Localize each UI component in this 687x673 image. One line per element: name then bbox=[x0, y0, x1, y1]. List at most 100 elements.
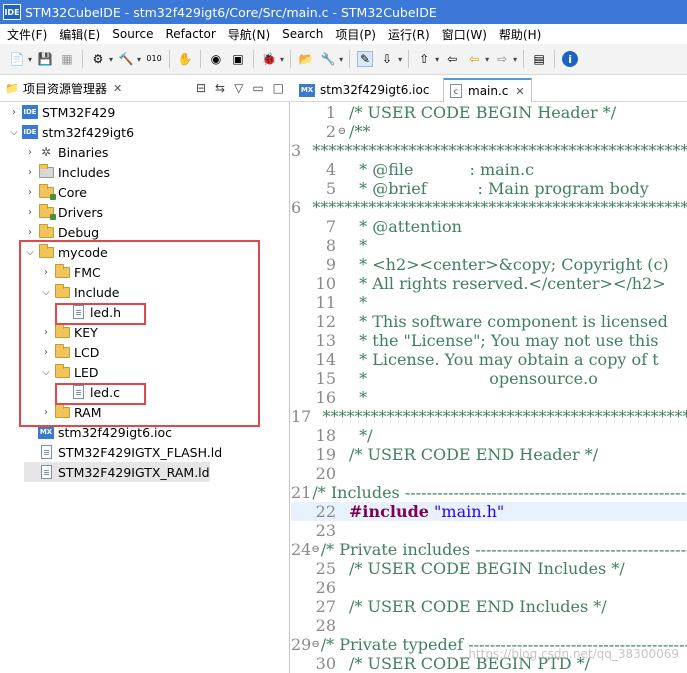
include-keyword: #include bbox=[349, 502, 429, 521]
line-number: 11 bbox=[315, 293, 336, 312]
close-icon[interactable]: ✕ bbox=[515, 85, 524, 98]
tree-item[interactable]: STM32F429IGTX_RAM.ld bbox=[24, 462, 210, 482]
menu-item[interactable]: 编辑(E) bbox=[59, 26, 100, 43]
debug-dropdown-icon[interactable]: ▾ bbox=[280, 55, 284, 64]
collapsed-arrow-icon[interactable]: › bbox=[24, 147, 36, 158]
ide-project-icon: IDE bbox=[22, 105, 38, 119]
tools-dropdown-icon[interactable]: ▾ bbox=[339, 55, 343, 64]
highlight-icon[interactable]: ✎ bbox=[357, 51, 374, 67]
window-title: STM32CubeIDE - stm32f429igt6/Core/Src/ma… bbox=[25, 4, 437, 20]
cube-icon[interactable]: ◉ bbox=[208, 51, 224, 67]
menu-item[interactable]: 运行(R) bbox=[388, 26, 430, 43]
code-area[interactable]: 1/* USER CODE BEGIN Header */2 ⊖/** 3 ****… bbox=[291, 103, 687, 673]
menu-item[interactable]: Refactor bbox=[165, 27, 215, 41]
menu-item[interactable]: Search bbox=[282, 27, 323, 41]
forward-icon[interactable]: ⇨ bbox=[494, 51, 510, 67]
menu-item[interactable]: Source bbox=[112, 27, 153, 41]
next-annotation-icon[interactable]: ⇩ bbox=[379, 51, 395, 67]
new-dropdown-icon[interactable]: ▾ bbox=[28, 55, 32, 64]
code-line: 13 * the "License"; You may not use this bbox=[291, 331, 687, 350]
tree-item[interactable]: › ✲ Binaries bbox=[24, 142, 108, 162]
code-text: * bbox=[349, 236, 368, 255]
tab-main-c[interactable]: c main.c ✕ bbox=[443, 78, 532, 102]
line-number: 26 bbox=[315, 578, 336, 597]
tree-item[interactable]: › Core bbox=[24, 182, 87, 202]
build-hammer-icon[interactable]: 🔨 bbox=[118, 51, 134, 67]
menu-bar: 文件(F) 编辑(E) Source Refactor 导航(N) Search 项目(P)… bbox=[0, 24, 687, 44]
code-text: ****************************************… bbox=[322, 407, 687, 426]
code-line: 20 bbox=[291, 464, 687, 483]
prev-annotation-icon[interactable]: ⇧ bbox=[416, 51, 432, 67]
tree-item[interactable]: › Drivers bbox=[24, 202, 103, 222]
tab-ioc[interactable]: MX stm32f429igt6.ioc bbox=[293, 78, 435, 102]
code-line: 8 * bbox=[291, 236, 687, 255]
fold-toggle-icon[interactable]: ⊖ bbox=[311, 639, 319, 650]
tree-item-label: STM32F429IGTX_RAM.ld bbox=[58, 464, 210, 480]
debug-config-icon[interactable]: ▣ bbox=[230, 51, 246, 67]
code-line: 26 bbox=[291, 578, 687, 597]
close-icon[interactable]: ✕ bbox=[113, 82, 122, 95]
tree-item-label: Includes bbox=[58, 164, 111, 180]
line-number: 20 bbox=[315, 464, 336, 483]
tree-item[interactable]: › IDE STM32F429 bbox=[8, 102, 115, 122]
external-tools-icon[interactable]: 🔧 bbox=[320, 51, 336, 67]
open-folder-icon[interactable]: 📂 bbox=[298, 51, 314, 67]
forward-dropdown-icon[interactable]: ▾ bbox=[513, 55, 517, 64]
info-icon[interactable]: i bbox=[562, 51, 579, 67]
back-icon[interactable]: ⇦ bbox=[466, 51, 482, 67]
menu-item[interactable]: 项目(P) bbox=[335, 26, 376, 43]
annotation-dropdown-icon[interactable]: ▾ bbox=[398, 55, 402, 64]
binary-icon[interactable]: 010 bbox=[146, 51, 162, 67]
tree-item[interactable]: STM32F429IGTX_FLASH.ld bbox=[24, 442, 222, 462]
project-explorer-tab[interactable]: 📁 项目资源管理器 ✕ ⊟ ⇆ ▽ ▭ □ bbox=[0, 76, 290, 102]
debug-bug-icon[interactable]: 🐞 bbox=[261, 51, 277, 67]
save-icon[interactable]: 💾 bbox=[37, 51, 53, 67]
code-text: /* Private includes --------------------… bbox=[320, 540, 687, 559]
tree-item[interactable]: › Debug bbox=[24, 222, 99, 242]
settings-gear-icon[interactable]: ⚙ bbox=[90, 51, 106, 67]
collapsed-arrow-icon[interactable]: › bbox=[8, 107, 20, 118]
tree-item[interactable]: › Includes bbox=[24, 162, 110, 182]
open-perspective-icon[interactable]: ▤ bbox=[531, 51, 547, 67]
code-text: * All rights reserved.</center></h2> bbox=[349, 274, 666, 293]
fold-toggle-icon[interactable]: ⊖ bbox=[311, 544, 319, 555]
code-text: /* USER CODE END Includes */ bbox=[349, 597, 607, 616]
view-menu-icon[interactable]: ▽ bbox=[234, 81, 243, 95]
project-explorer-panel: 📁 项目资源管理器 ✕ ⊟ ⇆ ▽ ▭ □ › IDE STM32F429 ⌵ IDE s… bbox=[0, 76, 290, 673]
collapsed-arrow-icon[interactable]: › bbox=[24, 227, 36, 238]
ide-project-icon: IDE bbox=[22, 125, 38, 139]
line-number: 19 bbox=[315, 445, 336, 464]
code-text: * bbox=[349, 293, 368, 312]
code-text: * This software component is licensed bbox=[349, 312, 668, 331]
maximize-icon[interactable]: □ bbox=[273, 81, 284, 95]
code-line: 23 bbox=[291, 521, 687, 540]
settings-dropdown-icon[interactable]: ▾ bbox=[109, 55, 113, 64]
line-number: 22 bbox=[315, 502, 336, 521]
editor-tabs: MX stm32f429igt6.ioc c main.c ✕ bbox=[291, 76, 687, 102]
line-number: 28 bbox=[315, 616, 336, 635]
line-number: 24 bbox=[291, 540, 312, 559]
collapse-all-icon[interactable]: ⊟ bbox=[196, 81, 206, 95]
device-config-icon[interactable]: ✋ bbox=[177, 51, 193, 67]
collapsed-arrow-icon[interactable]: › bbox=[24, 207, 36, 218]
minimize-icon[interactable]: ▭ bbox=[252, 81, 263, 95]
new-icon[interactable]: 📄 bbox=[9, 51, 25, 67]
menu-item[interactable]: 窗口(W) bbox=[442, 26, 487, 43]
build-dropdown-icon[interactable]: ▾ bbox=[137, 55, 141, 64]
link-editor-icon[interactable]: ⇆ bbox=[215, 81, 225, 95]
code-line: 25 /* USER CODE BEGIN Includes */ bbox=[291, 559, 687, 578]
expanded-arrow-icon[interactable]: ⌵ bbox=[8, 127, 20, 138]
fold-toggle-icon[interactable]: ⊖ bbox=[336, 126, 348, 137]
prev-annotation-dropdown-icon[interactable]: ▾ bbox=[435, 55, 439, 64]
back-history-icon[interactable]: ⇦ bbox=[444, 51, 460, 67]
tree-item[interactable]: ⌵ IDE stm32f429igt6 bbox=[8, 122, 134, 142]
menu-item[interactable]: 帮助(H) bbox=[499, 26, 541, 43]
save-all-icon[interactable]: ▦ bbox=[59, 51, 75, 67]
menu-item[interactable]: 文件(F) bbox=[7, 26, 47, 43]
menu-item[interactable]: 导航(N) bbox=[228, 26, 270, 43]
back-dropdown-icon[interactable]: ▾ bbox=[485, 55, 489, 64]
tree-item-label: Debug bbox=[58, 224, 100, 240]
collapsed-arrow-icon[interactable]: › bbox=[24, 187, 36, 198]
collapsed-arrow-icon[interactable]: › bbox=[24, 167, 36, 178]
code-editor: MX stm32f429igt6.ioc c main.c ✕ 1 /* USER… bbox=[291, 76, 687, 673]
